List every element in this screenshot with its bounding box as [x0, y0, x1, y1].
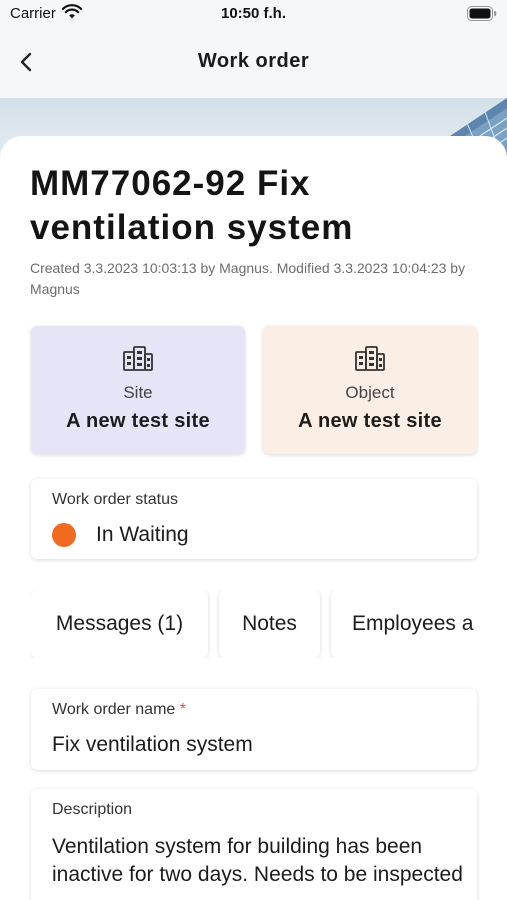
required-mark: *	[179, 701, 186, 718]
building-icon	[123, 346, 153, 371]
object-tile[interactable]: Object A new test site	[263, 326, 477, 454]
navigation-bar: Work order	[0, 30, 507, 98]
work-order-name-label-text: Work order name	[52, 701, 176, 718]
work-order-name-value: Fix ventilation system	[52, 733, 253, 756]
status-value: In Waiting	[96, 523, 189, 546]
site-tile[interactable]: Site A new test site	[31, 326, 245, 454]
status-label: Work order status	[52, 491, 178, 508]
object-value: A new test site	[298, 410, 442, 432]
work-order-name-field[interactable]: Work order name * Fix ventilation system	[31, 689, 477, 770]
site-label: Site	[123, 383, 153, 402]
work-order-meta: Created 3.3.2023 10:03:13 by Magnus. Mod…	[30, 260, 466, 297]
work-order-title: MM77062-92 Fix ventilation system	[30, 164, 354, 247]
status-indicator-dot	[52, 523, 76, 547]
description-field[interactable]: Description Ventilation system for build…	[31, 789, 477, 900]
tab-notes[interactable]: Notes	[219, 590, 320, 658]
site-value: A new test site	[66, 410, 210, 432]
description-label: Description	[52, 801, 133, 818]
work-order-status-selector[interactable]: Work order status In Waiting	[31, 479, 477, 559]
tab-messages[interactable]: Messages (1)	[31, 590, 208, 658]
building-icon	[355, 346, 385, 371]
object-label: Object	[345, 383, 395, 402]
description-value: Ventilation system for building has been…	[52, 835, 463, 886]
page-title: Work order	[197, 50, 310, 72]
clock: 10:50 f.h.	[220, 5, 287, 22]
battery-icon	[467, 6, 497, 21]
tab-bar: Messages (1) Notes Employees a	[31, 590, 477, 658]
status-bar: Carrier 10:50 f.h.	[0, 0, 507, 30]
work-order-name-label: Work order name *	[52, 701, 186, 719]
tab-employees[interactable]: Employees a	[331, 590, 477, 658]
